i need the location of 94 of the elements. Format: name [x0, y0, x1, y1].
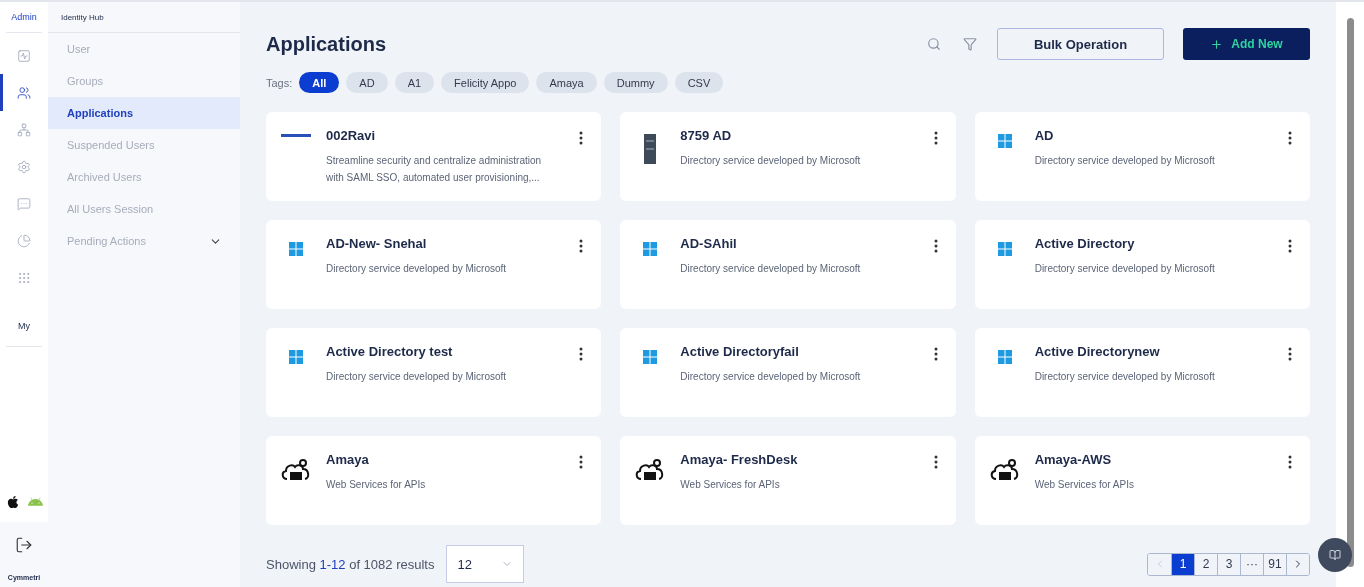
app-description: Directory service developed by Microsoft: [326, 262, 508, 276]
app-card[interactable]: 002Ravi Streamline security and centralize administration with SAML SSO, automated user provisioning,...: [266, 112, 602, 201]
filter-icon: [963, 37, 977, 51]
windows-logo-icon: [997, 350, 1012, 364]
book-icon: [1329, 549, 1341, 561]
settings-icon: [17, 159, 31, 174]
vertical-dots-icon: [579, 131, 584, 145]
app-name: 002Ravi: [326, 128, 377, 143]
vertical-dots-icon: [933, 131, 938, 145]
chart-icon: [17, 48, 31, 63]
filter-button[interactable]: [963, 37, 977, 51]
windows-logo-icon: [643, 242, 658, 256]
results-summary: Showing 1-12 of 1082 results: [266, 556, 435, 572]
app-description: Directory service developed by Microsoft: [680, 262, 862, 276]
windows-logo-icon: [289, 350, 303, 364]
page-size-select[interactable]: 12: [446, 545, 525, 583]
page-button[interactable]: 1: [1171, 553, 1194, 575]
subnav-item[interactable]: Applications: [48, 97, 240, 129]
subnav-label: Pending Actions: [67, 235, 146, 247]
vertical-dots-icon: [933, 239, 938, 253]
app-name: Active Directoryfail: [680, 344, 800, 359]
add-new-button[interactable]: Add New: [1183, 28, 1310, 60]
plus-icon: [1210, 37, 1224, 51]
pie-chart-icon: [17, 233, 31, 248]
app-card[interactable]: AD Directory service developed by Microsoft: [974, 112, 1310, 201]
tag-chip[interactable]: Dummy: [603, 72, 668, 93]
windows-logo-icon: [997, 242, 1012, 256]
app-description: Web Services for APIs: [326, 478, 427, 492]
app-description: Directory service developed by Microsoft: [680, 370, 862, 384]
section-title: Identity Hub: [48, 2, 240, 33]
app-name: Active Directory: [1034, 236, 1136, 251]
app-card[interactable]: Active Directory Directory service developed by Microsoft: [974, 220, 1310, 309]
logo-wordmark-icon: [281, 134, 311, 138]
tag-chip[interactable]: Amaya: [536, 72, 597, 93]
tag-chip[interactable]: Felicity Appo: [441, 72, 530, 93]
app-name: 8759 AD: [680, 128, 733, 143]
app-name: Amaya- FreshDesk: [680, 452, 799, 467]
network-icon: [17, 122, 31, 137]
app-card[interactable]: 8759 AD Directory service developed by Microsoft: [620, 112, 956, 201]
app-name: AD-SAhil: [680, 236, 738, 251]
tag-chip[interactable]: CSV: [674, 72, 724, 93]
app-card[interactable]: Active Directory test Directory service developed by Microsoft: [266, 328, 602, 417]
app-card[interactable]: Amaya-AWS Web Services for APIs: [974, 436, 1310, 525]
grid-icon: [17, 270, 31, 285]
vertical-dots-icon: [579, 455, 584, 469]
app-description: Web Services for APIs: [1034, 478, 1135, 492]
rail-section-label: My: [6, 306, 42, 347]
help-book-button[interactable]: [1318, 538, 1352, 572]
app-name: AD: [1034, 128, 1055, 143]
windows-logo-icon: [643, 350, 658, 364]
app-description: Directory service developed by Microsoft: [326, 370, 508, 384]
tag-chip[interactable]: All: [299, 72, 340, 93]
app-description: Directory service developed by Microsoft: [1034, 154, 1216, 168]
app-name: Amaya: [326, 452, 370, 467]
app-card[interactable]: Amaya Web Services for APIs: [266, 436, 602, 525]
vertical-dots-icon: [1288, 455, 1292, 469]
scrollbar[interactable]: [1336, 2, 1364, 587]
vertical-dots-icon: [933, 347, 938, 361]
app-description: Directory service developed by Microsoft: [1034, 370, 1216, 384]
users-icon: [17, 85, 31, 100]
app-name: Active Directorynew: [1034, 344, 1161, 359]
vertical-dots-icon: [1288, 239, 1292, 253]
app-description: Streamline security and centralize administration with SAML SSO, automated user provisioning,...: [326, 154, 543, 185]
rest-api-cloud-icon: [280, 458, 312, 482]
chat-icon: [17, 196, 31, 211]
tag-chip[interactable]: A1: [394, 72, 435, 93]
vertical-dots-icon: [933, 455, 938, 469]
app-card[interactable]: Active Directorynew Directory service developed by Microsoft: [974, 328, 1310, 417]
app-description: Web Services for APIs: [680, 478, 781, 492]
rail-title: Admin: [6, 2, 42, 33]
apple-icon[interactable]: [5, 495, 20, 509]
vertical-dots-icon: [579, 239, 584, 253]
vertical-dots-icon: [1288, 347, 1292, 361]
search-icon: [927, 37, 941, 51]
app-card[interactable]: AD-SAhil Directory service developed by Microsoft: [620, 220, 956, 309]
vertical-dots-icon: [579, 347, 584, 361]
app-card[interactable]: Active Directoryfail Directory service developed by Microsoft: [620, 328, 956, 417]
app-name: Amaya-AWS: [1034, 452, 1113, 467]
windows-logo-icon: [997, 134, 1012, 148]
app-card[interactable]: AD-New- Snehal Directory service developed by Microsoft: [266, 220, 602, 309]
app-card[interactable]: Amaya- FreshDesk Web Services for APIs: [620, 436, 956, 525]
tags-label: Tags:: [266, 76, 293, 89]
app-description: Directory service developed by Microsoft: [1034, 262, 1216, 276]
page-title: Applications: [266, 32, 387, 56]
app-name: Active Directory test: [326, 344, 454, 359]
windows-logo-icon: [289, 242, 303, 256]
app-description: Directory service developed by Microsoft: [680, 154, 862, 168]
rest-api-cloud-icon: [988, 458, 1021, 482]
vertical-dots-icon: [1288, 131, 1292, 145]
app-name: AD-New- Snehal: [326, 236, 428, 251]
app-image-icon: [644, 134, 657, 164]
tag-chip[interactable]: AD: [346, 72, 388, 93]
logout-icon: [15, 536, 33, 554]
bulk-operation-button[interactable]: Bulk Operation: [997, 28, 1164, 60]
